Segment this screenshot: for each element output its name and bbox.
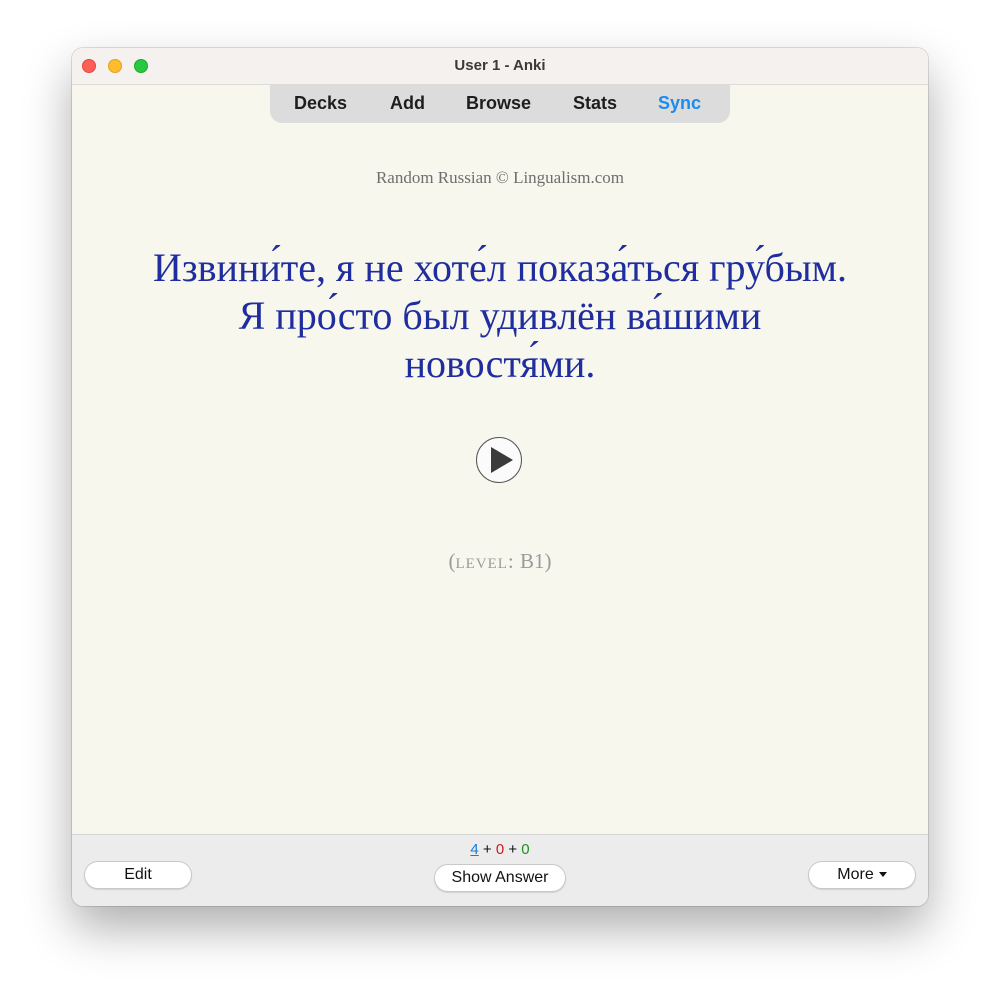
title-bar[interactable]: User 1 - Anki [72,48,928,85]
chevron-down-icon [878,872,887,878]
show-answer-label: Show Answer [451,869,549,886]
show-answer-button[interactable]: Show Answer [434,864,566,892]
toolbar-browse[interactable]: Browse [466,93,531,114]
count-separator: + [504,841,522,858]
new-count: 4 [470,841,479,858]
play-audio-button[interactable] [476,437,522,483]
level-label: level: [455,549,515,573]
level-value: B1) [514,549,552,573]
review-bottom-bar: 4 + 0 + 0 Edit Show Answer More [72,834,928,906]
anki-window: User 1 - Anki Decks Add Browse Stats Syn… [72,48,928,906]
edit-button[interactable]: Edit [84,861,192,889]
window-title: User 1 - Anki [454,57,546,74]
sentence-line: Извини́те, я не хоте́л показа́ться гру́б… [152,245,847,290]
card-level: (level: B1) [72,549,928,574]
play-icon [491,447,513,473]
more-button-label: More [837,866,874,883]
edit-button-label: Edit [124,866,152,883]
sentence-line: новостя́ми. [404,341,596,386]
more-button[interactable]: More [808,861,916,889]
toolbar-stats[interactable]: Stats [573,93,617,114]
review-count: 0 [521,841,530,858]
toolbar-sync[interactable]: Sync [658,93,701,114]
card-sentence: Извини́те, я не хоте́л показа́ться гру́б… [82,244,918,388]
due-counts: 4 + 0 + 0 [72,841,928,858]
main-toolbar: Decks Add Browse Stats Sync [270,84,730,123]
card-review-area: Random Russian © Lingualism.com Извини́т… [72,124,928,834]
toolbar-add[interactable]: Add [390,93,425,114]
toolbar-decks[interactable]: Decks [294,93,347,114]
learn-count: 0 [495,841,505,858]
count-separator: + [478,841,496,858]
card-source: Random Russian © Lingualism.com [375,168,625,187]
sentence-line: Я про́сто был удивлён ва́шими [238,293,762,338]
